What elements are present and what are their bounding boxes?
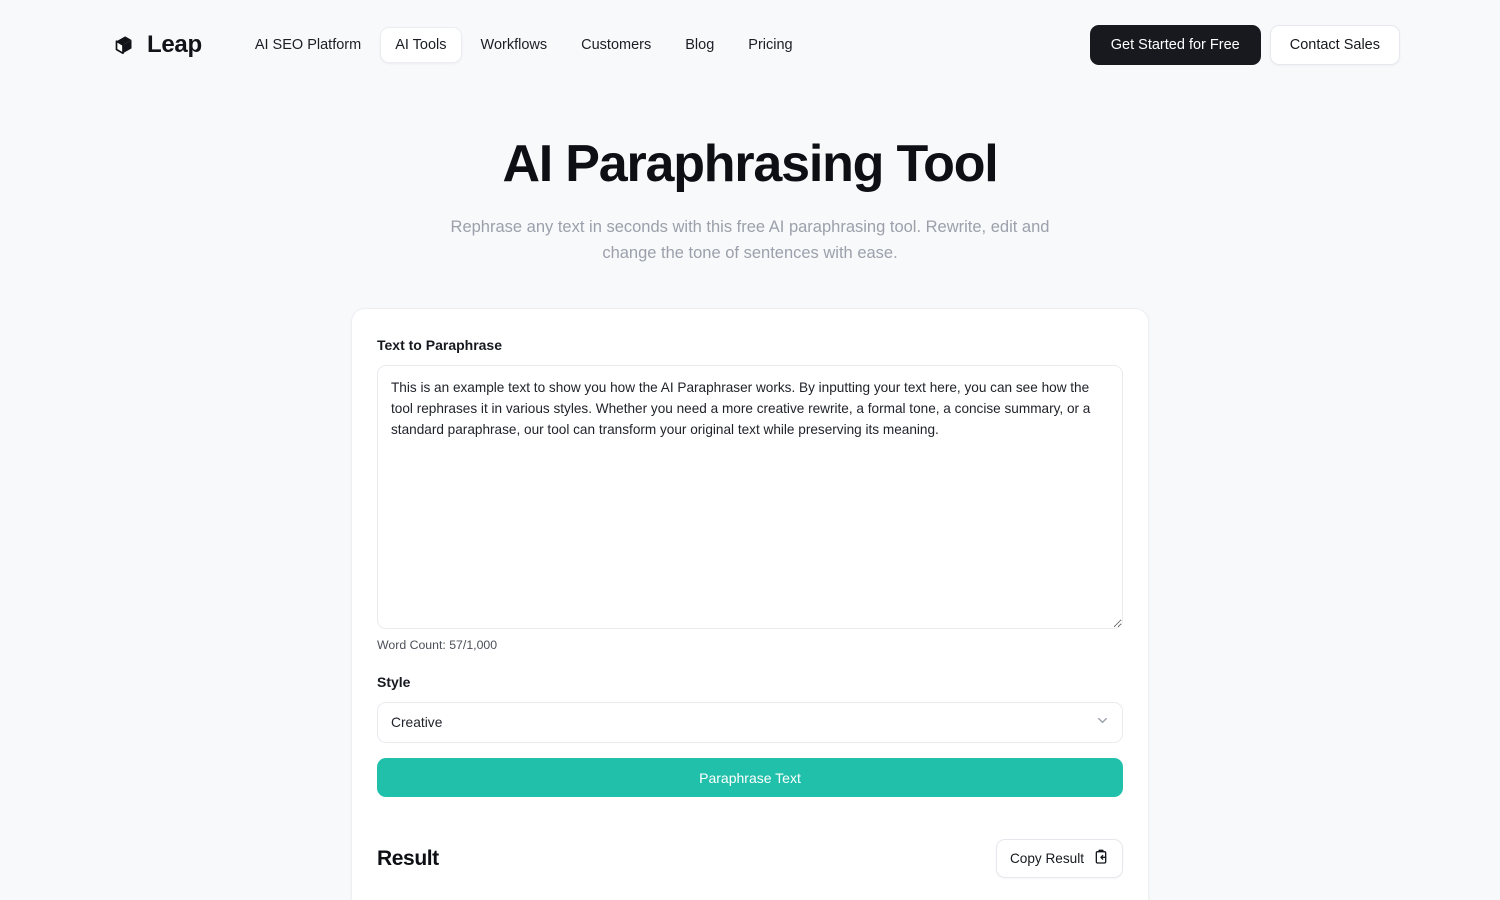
nav-item-workflows[interactable]: Workflows xyxy=(466,27,563,63)
tool-card-wrapper: Text to Paraphrase Word Count: 57/1,000 … xyxy=(0,308,1500,900)
word-count-label: Word Count: 57/1,000 xyxy=(377,638,498,653)
copy-result-label: Copy Result xyxy=(1009,851,1084,867)
style-select[interactable]: Creative xyxy=(377,702,1123,744)
nav-item-ai-tools[interactable]: AI Tools xyxy=(380,27,462,63)
nav-item-blog[interactable]: Blog xyxy=(670,27,729,63)
site-header: Leap AI SEO Platform AI Tools Workflows … xyxy=(0,0,1500,90)
main-nav: AI SEO Platform AI Tools Workflows Custo… xyxy=(240,27,808,63)
nav-item-customers[interactable]: Customers xyxy=(566,27,666,63)
result-title: Result xyxy=(377,846,439,870)
clipboard-copy-icon xyxy=(1093,849,1109,868)
header-actions: Get Started for Free Contact Sales xyxy=(1089,25,1400,65)
input-label: Text to Paraphrase xyxy=(377,337,503,354)
result-header: Result Copy Result xyxy=(377,839,1123,879)
text-to-paraphrase-input[interactable] xyxy=(377,365,1123,630)
hero-section: AI Paraphrasing Tool Rephrase any text i… xyxy=(0,90,1500,266)
paraphrase-tool-card: Text to Paraphrase Word Count: 57/1,000 … xyxy=(351,308,1149,900)
nav-item-ai-seo-platform[interactable]: AI SEO Platform xyxy=(240,27,376,63)
page-title: AI Paraphrasing Tool xyxy=(502,135,998,193)
get-started-button[interactable]: Get Started for Free xyxy=(1089,25,1261,65)
style-select-wrapper: Creative xyxy=(377,702,1123,744)
contact-sales-button[interactable]: Contact Sales xyxy=(1269,25,1400,65)
copy-result-button[interactable]: Copy Result xyxy=(995,839,1123,879)
cube-logo-icon xyxy=(112,33,136,57)
brand-name: Leap xyxy=(147,31,202,58)
page-subtitle: Rephrase any text in seconds with this f… xyxy=(450,218,1050,262)
paraphrase-text-button[interactable]: Paraphrase Text xyxy=(377,758,1123,798)
brand-logo[interactable]: Leap xyxy=(112,33,202,57)
nav-item-pricing[interactable]: Pricing xyxy=(733,27,807,63)
style-label: Style xyxy=(377,674,411,691)
